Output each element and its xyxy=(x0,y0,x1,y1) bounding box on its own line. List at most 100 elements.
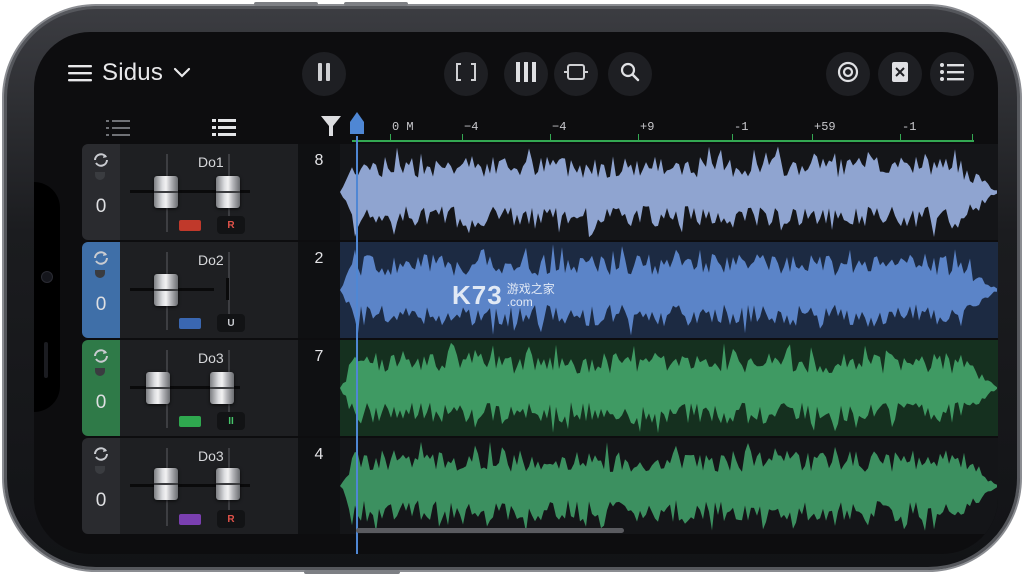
hamburger-icon xyxy=(68,63,92,83)
track-row[interactable]: 0 Do3 R 4 xyxy=(82,438,998,534)
waveform xyxy=(340,244,997,336)
ruler-tick xyxy=(390,134,391,142)
waveform-lane[interactable] xyxy=(340,242,998,338)
ruler-tick xyxy=(462,134,463,142)
waveform-lane[interactable] xyxy=(340,340,998,436)
search-button[interactable] xyxy=(608,52,652,96)
loop-region-button[interactable] xyxy=(444,52,488,96)
list-icon xyxy=(212,118,236,142)
front-camera xyxy=(42,272,52,282)
ruler-tick xyxy=(900,134,901,142)
track-row[interactable]: 0 Do3 II 7 xyxy=(82,340,998,436)
ruler-label: −4 xyxy=(464,120,479,134)
ruler-label: ‑1 xyxy=(902,120,917,134)
track-color-swatch[interactable] xyxy=(179,318,201,329)
track-row[interactable]: 0 Do1 R 8 xyxy=(82,144,998,240)
ruler-baseline xyxy=(352,140,974,142)
monitor-badge[interactable]: II xyxy=(217,412,245,430)
ruler-tick xyxy=(638,134,639,142)
song-menu-button[interactable]: Sidus xyxy=(68,58,191,88)
mode-icon xyxy=(563,62,589,87)
watermark: K73 游戏之家 .com xyxy=(452,280,555,311)
pan-fader[interactable] xyxy=(216,176,240,208)
track-name: Do1 xyxy=(198,154,224,170)
track-number: 7 xyxy=(298,340,340,436)
waveform-shape xyxy=(340,342,997,434)
playhead[interactable] xyxy=(356,136,358,554)
horizontal-scrollbar[interactable] xyxy=(356,528,624,533)
loop-icon[interactable] xyxy=(92,446,110,467)
list-button[interactable] xyxy=(930,52,974,96)
track-value: 0 xyxy=(95,490,107,511)
chevron-down-icon xyxy=(173,67,191,79)
edit-mode-button[interactable] xyxy=(554,52,598,96)
input-badge[interactable]: U xyxy=(217,314,245,332)
pan-center-line xyxy=(226,278,229,300)
waveform-shape xyxy=(340,441,997,532)
pause-button[interactable] xyxy=(302,52,346,96)
watermark-text: 游戏之家 .com xyxy=(506,281,555,309)
waveform xyxy=(340,146,997,238)
watermark-logo: K73 xyxy=(452,280,503,310)
ruler-label: +9 xyxy=(640,120,655,134)
ruler-tick xyxy=(550,134,551,142)
track-color-swatch[interactable] xyxy=(179,220,201,231)
app-screen: Sidus 0 M −4 −4 +9 ‑1 +59 ‑1 0 Do1 R 8 0… xyxy=(34,32,998,554)
camera-notch xyxy=(34,182,60,412)
track-number: 4 xyxy=(298,438,340,534)
track-value: 0 xyxy=(95,196,107,217)
track-value: 0 xyxy=(95,294,107,315)
document-icon xyxy=(891,61,909,88)
waveform-shape xyxy=(340,244,997,336)
record-badge[interactable]: R xyxy=(217,510,245,528)
earpiece-speaker xyxy=(44,342,48,378)
loop-icon[interactable] xyxy=(92,348,110,369)
waveform-shape xyxy=(340,146,997,238)
volume-fader[interactable] xyxy=(146,372,170,404)
document-button[interactable] xyxy=(878,52,922,96)
volume-fader[interactable] xyxy=(154,468,178,500)
ruler-label: +59 xyxy=(814,120,836,134)
top-toolbar: Sidus xyxy=(34,32,998,112)
watermark-cn: 游戏之家 xyxy=(506,281,555,296)
playhead-handle-icon[interactable] xyxy=(350,112,364,139)
ruler-tick xyxy=(732,134,733,142)
timeline-ruler[interactable]: 0 M −4 −4 +9 ‑1 +59 ‑1 xyxy=(352,116,974,144)
track-name: Do3 xyxy=(198,448,224,464)
ruler-label: −4 xyxy=(552,120,567,134)
pan-fader[interactable] xyxy=(210,372,234,404)
list-icon xyxy=(940,62,964,87)
waveform xyxy=(340,342,997,434)
loop-icon[interactable] xyxy=(92,250,110,271)
volume-down-button xyxy=(344,2,408,6)
song-title: Sidus xyxy=(102,59,164,86)
ruler-label: 0 M xyxy=(392,120,414,134)
gear-icon xyxy=(836,60,860,89)
track-color-swatch[interactable] xyxy=(179,416,201,427)
loop-icon[interactable] xyxy=(92,152,110,173)
track-name: Do2 xyxy=(198,252,224,268)
pan-fader[interactable] xyxy=(216,468,240,500)
track-name: Do3 xyxy=(198,350,224,366)
waveform-lane[interactable] xyxy=(340,438,998,534)
ruler-tick xyxy=(972,134,973,142)
track-number: 2 xyxy=(298,242,340,338)
record-badge[interactable]: R xyxy=(217,216,245,234)
power-button xyxy=(304,570,400,574)
waveform-lane[interactable] xyxy=(340,144,998,240)
volume-fader[interactable] xyxy=(154,274,178,306)
pause-icon xyxy=(317,62,331,86)
phone-frame: Sidus 0 M −4 −4 +9 ‑1 +59 ‑1 0 Do1 R 8 0… xyxy=(4,2,1020,574)
loop-bracket-icon xyxy=(455,62,477,87)
ruler-tick xyxy=(812,134,813,142)
volume-fader[interactable] xyxy=(154,176,178,208)
track-number: 8 xyxy=(298,144,340,240)
watermark-domain: .com xyxy=(506,294,533,309)
track-color-swatch[interactable] xyxy=(179,514,201,525)
marker-flag-icon[interactable] xyxy=(320,114,342,143)
ruler-label: ‑1 xyxy=(734,120,749,134)
settings-button[interactable] xyxy=(826,52,870,96)
mixer-bars-icon xyxy=(515,61,537,87)
mixer-view-button[interactable] xyxy=(504,52,548,96)
list-outline-icon xyxy=(106,119,130,142)
